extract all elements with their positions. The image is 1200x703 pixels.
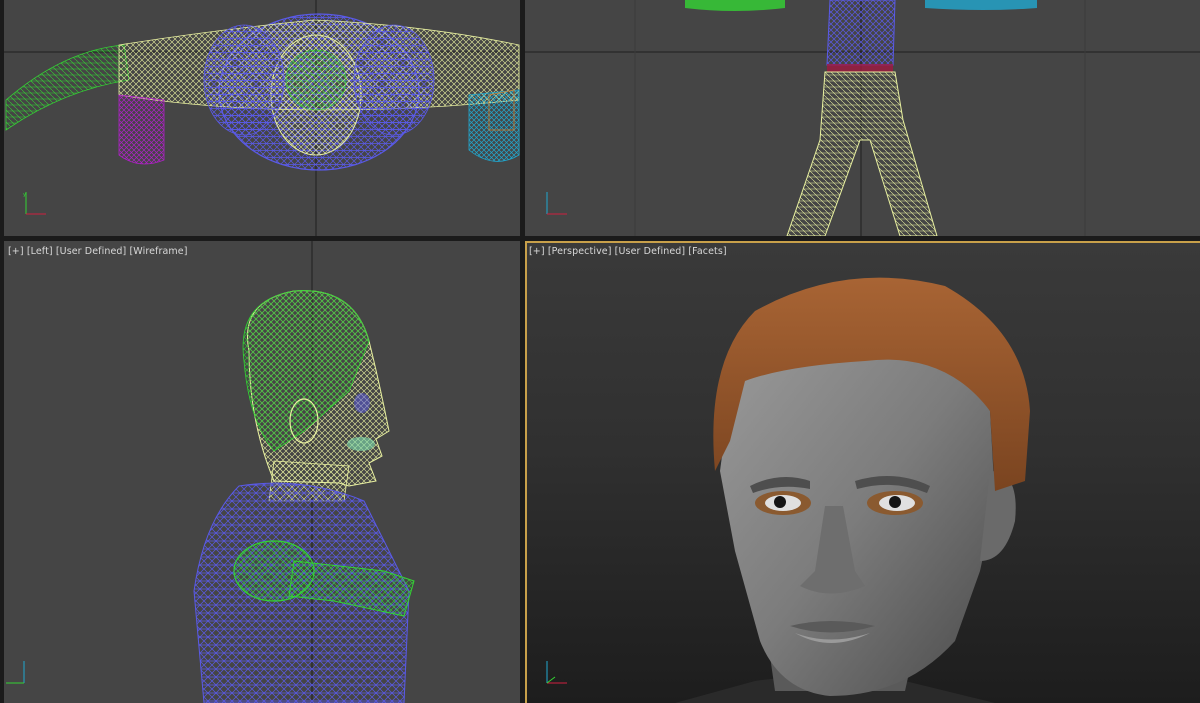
svg-text:y: y xyxy=(23,192,26,198)
legs-mesh xyxy=(786,71,938,236)
left-hand-mesh xyxy=(118,94,165,165)
torso-mesh xyxy=(826,0,896,66)
viewport-menu-button[interactable]: [+] xyxy=(529,246,545,257)
front-view-scene xyxy=(525,0,1200,236)
axis-gizmo xyxy=(4,659,32,689)
face-facets xyxy=(720,336,995,696)
viewport-menu-button[interactable]: [+] xyxy=(8,246,24,257)
shading-preset-button[interactable]: [User Defined] xyxy=(56,246,127,257)
shading-mode-button[interactable]: [Facets] xyxy=(688,246,726,257)
left-view-scene xyxy=(193,241,415,703)
viewport-front[interactable] xyxy=(525,0,1200,236)
viewport-perspective[interactable]: [+] [Perspective] [User Defined] [Facets… xyxy=(525,241,1200,703)
left-arm-mesh xyxy=(5,44,130,131)
viewport-left[interactable]: [+] [Left] [User Defined] [Wireframe] xyxy=(4,241,520,703)
top-view-scene xyxy=(4,0,520,236)
viewport-label-left: [+] [Left] [User Defined] [Wireframe] xyxy=(8,246,188,257)
shading-mode-button[interactable]: [Wireframe] xyxy=(129,246,187,257)
axis-gizmo: y xyxy=(20,190,48,220)
viewport-top[interactable]: y xyxy=(4,0,520,236)
viewport-label-perspective: [+] [Perspective] [User Defined] [Facets… xyxy=(529,246,727,257)
axis-gizmo xyxy=(541,190,569,220)
view-name-button[interactable]: [Left] xyxy=(27,246,53,257)
right-hand-mesh xyxy=(468,89,520,162)
shading-preset-button[interactable]: [User Defined] xyxy=(615,246,686,257)
axis-gizmo xyxy=(541,659,569,689)
view-name-button[interactable]: [Perspective] xyxy=(548,246,612,257)
perspective-view-scene xyxy=(675,277,1030,703)
